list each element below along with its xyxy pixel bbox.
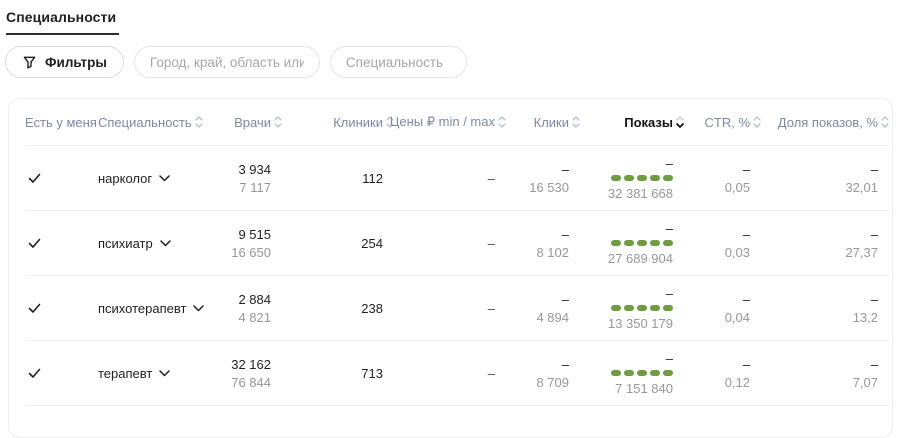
price-cell: – — [395, 366, 507, 381]
specialty-cell[interactable]: терапевт — [98, 366, 204, 381]
column-header-impressions-share[interactable]: Доля показов, % — [762, 114, 890, 130]
sort-desc-icon — [675, 114, 685, 130]
table-row: психиатр 9 515 16 650 254 – – 8 102 – 27… — [25, 210, 890, 275]
doctors-cell: 32 162 76 844 — [204, 356, 283, 391]
sort-icon — [194, 114, 204, 130]
ctr-cell: – 0,04 — [685, 291, 762, 326]
doctors-cell: 3 934 7 117 — [204, 161, 283, 196]
check-icon — [28, 303, 41, 314]
clicks-cell: – 8 102 — [507, 226, 581, 261]
specialty-label: терапевт — [98, 366, 152, 381]
clinics-cell: 238 — [283, 301, 395, 316]
sort-icon — [497, 114, 507, 130]
filters-button-label: Фильтры — [45, 55, 107, 70]
column-header-prices[interactable]: Цены ₽ min / max — [395, 114, 507, 130]
chevron-down-icon — [160, 240, 171, 247]
share-cell: – 27,37 — [762, 226, 890, 261]
check-icon — [28, 173, 41, 184]
specialty-label: психотерапевт — [98, 301, 186, 316]
check-icon — [28, 238, 41, 249]
column-header-clinics[interactable]: Клиники — [283, 114, 395, 130]
chevron-down-icon — [159, 175, 170, 182]
price-cell: – — [395, 171, 507, 186]
tab-specialties[interactable]: Специальности — [6, 9, 119, 35]
specialty-label: нарколог — [98, 171, 152, 186]
chevron-down-icon — [193, 305, 204, 312]
ctr-cell: – 0,03 — [685, 226, 762, 261]
has-mine-cell[interactable] — [25, 238, 98, 249]
column-header-doctors[interactable]: Врачи — [204, 114, 283, 130]
impressions-bar — [581, 305, 673, 311]
clinics-cell: 713 — [283, 366, 395, 381]
doctors-cell: 9 515 16 650 — [204, 226, 283, 261]
impressions-bar — [581, 175, 673, 181]
impressions-cell: – 7 151 840 — [581, 350, 685, 397]
table-row: психотерапевт 2 884 4 821 238 – – 4 894 … — [25, 275, 890, 340]
doctors-cell: 2 884 4 821 — [204, 291, 283, 326]
clicks-cell: – 8 709 — [507, 356, 581, 391]
specialty-cell[interactable]: психиатр — [98, 236, 204, 251]
sort-icon — [273, 114, 283, 130]
clicks-cell: – 4 894 — [507, 291, 581, 326]
impressions-cell: – 27 689 904 — [581, 220, 685, 267]
specialty-label: психиатр — [98, 236, 153, 251]
column-header-clicks[interactable]: Клики — [507, 114, 581, 130]
specialty-input[interactable] — [330, 46, 467, 78]
has-mine-cell[interactable] — [25, 173, 98, 184]
column-header-ctr[interactable]: CTR, % — [685, 114, 762, 130]
column-header-impressions[interactable]: Показы — [581, 114, 685, 130]
table-body: нарколог 3 934 7 117 112 – – 16 530 – 32… — [9, 145, 892, 438]
clicks-cell: – 16 530 — [507, 161, 581, 196]
ctr-cell: – 0,05 — [685, 161, 762, 196]
price-cell: – — [395, 236, 507, 251]
has-mine-cell[interactable] — [25, 303, 98, 314]
column-header-has-mine: Есть у меня — [25, 115, 98, 130]
sort-icon — [880, 114, 890, 130]
sort-icon — [752, 114, 762, 130]
column-header-specialty[interactable]: Специальность — [98, 114, 204, 130]
funnel-icon — [22, 55, 37, 70]
filters-button[interactable]: Фильтры — [5, 46, 124, 78]
filters-row: Фильтры — [5, 46, 900, 78]
specialty-cell[interactable]: психотерапевт — [98, 301, 204, 316]
table-row — [25, 405, 890, 438]
has-mine-cell[interactable] — [25, 368, 98, 379]
specialty-cell[interactable]: нарколог — [98, 171, 204, 186]
check-icon — [28, 368, 41, 379]
impressions-cell: – 13 350 179 — [581, 285, 685, 332]
tab-bar: Специальности — [0, 0, 900, 35]
share-cell: – 13,2 — [762, 291, 890, 326]
table-row: нарколог 3 934 7 117 112 – – 16 530 – 32… — [25, 145, 890, 210]
chevron-down-icon — [159, 370, 170, 377]
clinics-cell: 112 — [283, 171, 395, 186]
table-header-row: Есть у меня Специальность Врачи Клиники … — [9, 99, 892, 145]
clinics-cell: 254 — [283, 236, 395, 251]
ctr-cell: – 0,12 — [685, 356, 762, 391]
price-cell: – — [395, 301, 507, 316]
impressions-bar — [581, 240, 673, 246]
table-row: терапевт 32 162 76 844 713 – – 8 709 – 7… — [25, 340, 890, 405]
specialties-table: Есть у меня Специальность Врачи Клиники … — [8, 98, 893, 438]
impressions-cell: – 32 381 668 — [581, 155, 685, 202]
share-cell: – 32,01 — [762, 161, 890, 196]
sort-icon — [571, 114, 581, 130]
impressions-bar — [581, 370, 673, 376]
share-cell: – 7,07 — [762, 356, 890, 391]
region-input[interactable] — [134, 46, 320, 78]
